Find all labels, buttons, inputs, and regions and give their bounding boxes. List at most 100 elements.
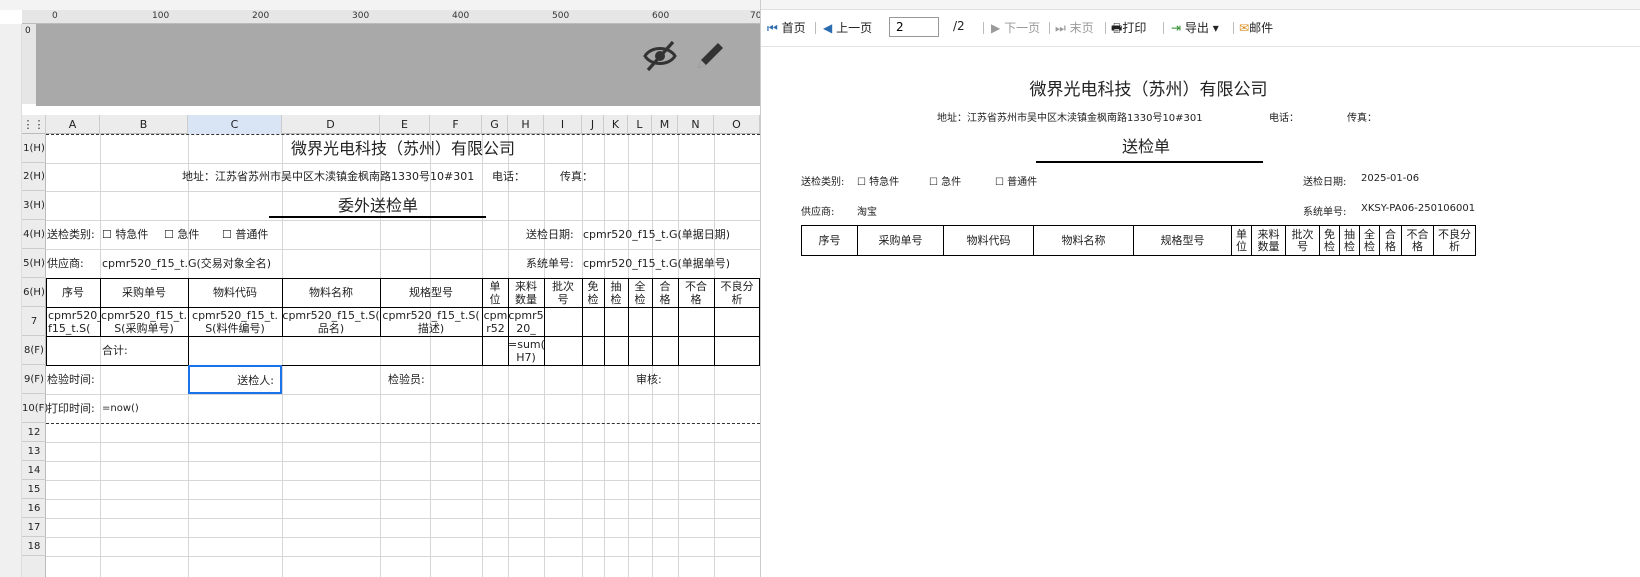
- row-header[interactable]: 9(F): [22, 365, 46, 394]
- report-sheet[interactable]: 微界光电科技（苏州）有限公司 地址：江苏省苏州市吴中区木渎镇金枫南路1330号1…: [46, 134, 760, 577]
- field-text: =sum(: [508, 338, 544, 351]
- mail-button[interactable]: ✉邮件: [1239, 19, 1273, 36]
- print-time-label[interactable]: 打印时间:: [47, 394, 95, 423]
- row-header[interactable]: 13: [22, 442, 46, 461]
- column-header[interactable]: B: [100, 115, 188, 134]
- row-header[interactable]: 4(H): [22, 220, 46, 249]
- button-label: 首页: [781, 21, 806, 35]
- header-spec[interactable]: 规格型号: [380, 278, 482, 307]
- row-header[interactable]: 12: [22, 423, 46, 442]
- supplier-label[interactable]: 供应商:: [47, 249, 84, 278]
- date-label[interactable]: 送检日期:: [526, 220, 574, 249]
- last-page-button[interactable]: ⏭ 末页: [1055, 19, 1094, 36]
- header-name[interactable]: 物料名称: [282, 278, 380, 307]
- row-header[interactable]: 1(H): [22, 134, 46, 163]
- header-seq[interactable]: 序号: [46, 278, 100, 307]
- table-header-cell: 抽检: [1339, 225, 1360, 256]
- header-batch[interactable]: 批次号: [544, 280, 582, 306]
- address[interactable]: 地址：江苏省苏州市吴中区木渎镇金枫南路1330号10#301: [182, 163, 474, 191]
- prev-page-button[interactable]: ◀ 上一页: [823, 19, 872, 36]
- field-seq[interactable]: cpmr520_ f15_t.S(: [48, 309, 100, 335]
- grid-line: [46, 556, 760, 557]
- horizontal-ruler: 0 100 200 300 400 500 600 70: [22, 10, 760, 24]
- field-spec[interactable]: cpmr520_f15_t.S(描述): [380, 309, 482, 335]
- row-header[interactable]: 8(F): [22, 336, 46, 365]
- header-ok[interactable]: 合格: [652, 280, 678, 306]
- row-header[interactable]: 17: [22, 518, 46, 537]
- header-full[interactable]: 全检: [628, 280, 652, 306]
- column-header[interactable]: F: [430, 115, 482, 134]
- chevron-down-icon: ▾: [1212, 21, 1219, 35]
- header-sample[interactable]: 抽检: [604, 280, 628, 306]
- header-unit[interactable]: 单位: [482, 280, 508, 306]
- row-header[interactable]: 14: [22, 461, 46, 480]
- row-header[interactable]: 5(H): [22, 249, 46, 278]
- column-header[interactable]: I: [544, 115, 582, 134]
- grid-line: [46, 442, 760, 443]
- row-header[interactable]: 15: [22, 480, 46, 499]
- row-header[interactable]: 7: [22, 307, 46, 336]
- eye-off-icon[interactable]: [642, 38, 678, 74]
- company-name[interactable]: 微界光电科技（苏州）有限公司: [46, 134, 760, 163]
- report-title[interactable]: 委外送检单: [270, 191, 486, 220]
- select-all-corner[interactable]: ⋮⋮: [22, 115, 46, 134]
- header-po[interactable]: 采购单号: [100, 278, 188, 307]
- export-button[interactable]: ⇥ 导出 ▾: [1171, 19, 1219, 36]
- column-header[interactable]: J: [582, 115, 604, 134]
- column-header[interactable]: C: [188, 115, 282, 134]
- row-header[interactable]: 10(F): [22, 394, 48, 423]
- row-header[interactable]: 3(H): [22, 191, 46, 220]
- first-page-button[interactable]: ⏮ 首页: [767, 19, 806, 36]
- row-header[interactable]: 6(H): [22, 278, 46, 307]
- column-header[interactable]: N: [678, 115, 714, 134]
- column-header[interactable]: K: [604, 115, 628, 134]
- field-po[interactable]: cpmr520_f15_t. S(采购单号): [100, 309, 188, 335]
- header-analysis[interactable]: 不良分析: [714, 280, 760, 306]
- ruler-mark: 0: [52, 11, 58, 21]
- inspect-time-label[interactable]: 检验时间:: [47, 365, 95, 394]
- header-qty[interactable]: 来料 数量: [508, 280, 544, 306]
- sum-field[interactable]: =sum(H7): [508, 338, 544, 364]
- print-button[interactable]: 🖶打印: [1111, 19, 1146, 40]
- header-exempt[interactable]: 免检: [582, 280, 604, 306]
- column-header[interactable]: M: [652, 115, 678, 134]
- reviewer-label[interactable]: 审核:: [636, 365, 662, 394]
- field-code[interactable]: cpmr520_f15_t. S(料件编号): [188, 309, 282, 335]
- column-header[interactable]: L: [628, 115, 652, 134]
- sysno-field[interactable]: cpmr520_f15_t.G(单据单号): [583, 249, 760, 278]
- field-qty[interactable]: cpmr5 20_: [508, 309, 544, 335]
- pencil-icon[interactable]: [692, 38, 728, 74]
- header-code[interactable]: 物料代码: [188, 278, 282, 307]
- phone-label[interactable]: 电话：: [492, 163, 525, 191]
- header-ng[interactable]: 不合格: [678, 280, 714, 306]
- date-field[interactable]: cpmr520_f15_t.G(单据日期): [583, 220, 760, 249]
- page-header-area[interactable]: [36, 24, 760, 106]
- field-unit[interactable]: cpm r52: [483, 309, 508, 335]
- option-urgent[interactable]: ☐ 急件: [164, 220, 199, 249]
- row-header[interactable]: 2(H): [22, 163, 46, 191]
- supplier-field[interactable]: cpmr520_f15_t.G(交易对象全名): [102, 249, 271, 278]
- row-header[interactable]: 16: [22, 499, 46, 518]
- column-header[interactable]: D: [282, 115, 380, 134]
- column-header[interactable]: O: [714, 115, 760, 134]
- preview-page: 微界光电科技（苏州）有限公司 地址：江苏省苏州市吴中区木渎镇金枫南路1330号1…: [761, 46, 1640, 577]
- category-label[interactable]: 送检类别:: [47, 220, 95, 249]
- row-header[interactable]: 18: [22, 537, 46, 556]
- inspector-label[interactable]: 检验员:: [388, 365, 425, 394]
- field-name[interactable]: cpmr520_f15_t.S(品名): [282, 309, 380, 335]
- sysno-label[interactable]: 系统单号:: [526, 249, 574, 278]
- column-header[interactable]: H: [508, 115, 544, 134]
- column-header[interactable]: E: [380, 115, 430, 134]
- header-text: 批次: [552, 280, 574, 293]
- option-normal[interactable]: ☐ 普通件: [222, 220, 268, 249]
- page-number-input[interactable]: [889, 17, 939, 37]
- now-formula[interactable]: =now(): [102, 394, 139, 423]
- total-label[interactable]: 合计:: [102, 336, 128, 365]
- field-text: cpmr520_f15_t.S(: [382, 309, 480, 322]
- column-header[interactable]: A: [46, 115, 100, 134]
- sender-cell-selected[interactable]: 送检人:: [188, 365, 282, 394]
- column-header[interactable]: G: [482, 115, 508, 134]
- next-page-button[interactable]: ▶ 下一页: [991, 19, 1040, 36]
- option-urgent-special[interactable]: ☐ 特急件: [102, 220, 148, 249]
- fax-label[interactable]: 传真：: [560, 163, 593, 191]
